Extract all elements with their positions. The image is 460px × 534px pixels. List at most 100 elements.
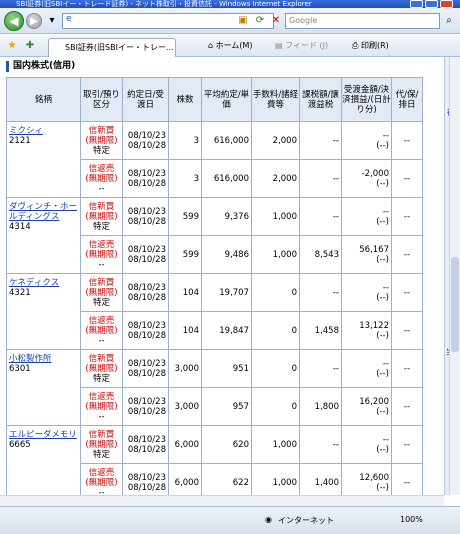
horizontal-scrollbar[interactable]	[0, 495, 444, 506]
scroll-thumb[interactable]	[451, 257, 459, 352]
tax: --	[332, 287, 339, 298]
avg-price: 620	[232, 439, 249, 450]
avg-price: 622	[232, 477, 249, 488]
favorites-star-icon[interactable]: ★	[4, 38, 20, 54]
stock-link[interactable]: ダヴィンチ・ホールディングス	[9, 202, 78, 222]
column-header: 銘柄	[6, 77, 81, 122]
settlement-amount: --	[382, 282, 389, 293]
fee: 0	[291, 401, 297, 412]
settlement-amount: --	[382, 130, 389, 141]
trade-term: (無期限)	[85, 325, 118, 336]
stop-icon[interactable]: ✕	[268, 13, 284, 29]
table-row: エルピーダメモリ 6665 信新買 (無期限) 特定 08/10/23 08/10/28 6,…	[6, 425, 423, 495]
settle-date: 08/10/28	[127, 254, 166, 265]
misc-value: --	[403, 325, 411, 336]
trade-date: 08/10/23	[127, 168, 166, 179]
feed-button[interactable]: ▤ フィード (J)	[275, 40, 328, 52]
day-trade-amount: (--)	[376, 406, 389, 417]
misc-value: --	[403, 135, 411, 146]
forward-button[interactable]: ▶	[26, 13, 42, 29]
search-icon[interactable]: ⌕	[441, 13, 457, 29]
back-button[interactable]: ◀	[4, 11, 24, 31]
trade-term: (無期限)	[85, 363, 118, 374]
vertical-scrollbar[interactable]	[449, 57, 460, 495]
misc-value: --	[403, 363, 411, 374]
stock-cell: ダヴィンチ・ホールディングス 4314	[6, 197, 81, 274]
trade-type: 信新買	[88, 201, 115, 212]
column-header: 株数	[168, 77, 202, 122]
trade-term: (無期限)	[85, 287, 118, 298]
page-content: 国内株式(信用) 銘柄 取引/預り区分 約定日/受渡日 株数 平均約定/単価 手数料/諸経…	[0, 57, 444, 495]
zoom-level[interactable]: 100%	[400, 515, 423, 524]
browser-tab[interactable]: SBI証券(旧SBIイー・トレー...	[48, 38, 176, 57]
column-header: 課税額/譲渡益税	[299, 77, 342, 122]
trade-type: 信新買	[88, 429, 115, 440]
dropdown-icon[interactable]: ▾	[44, 13, 60, 29]
stock-link[interactable]: ケネディクス	[9, 278, 78, 288]
quantity: 104	[182, 287, 199, 298]
account-type: --	[98, 335, 105, 346]
stock-cell: ケネディクス 4321	[6, 273, 81, 350]
trade-date: 08/10/23	[127, 282, 166, 293]
home-button[interactable]: ⌂ ホーム(M)	[208, 40, 253, 52]
home-label: ホーム(M)	[215, 41, 253, 50]
status-bar: ◉ インターネット 100%	[0, 506, 460, 534]
trade-type: 信新買	[88, 277, 115, 288]
settlement-amount: 12,600	[359, 472, 389, 483]
table-row: ケネディクス 4321 信新買 (無期限) 特定 08/10/23 08/10/28 104 1…	[6, 273, 423, 350]
tax: 1,458	[314, 325, 339, 336]
day-trade-amount: (--)	[376, 482, 389, 493]
tax: --	[332, 439, 339, 450]
account-type: --	[98, 411, 105, 422]
account-type: --	[98, 183, 105, 194]
avg-price: 616,000	[213, 173, 249, 184]
misc-value: --	[403, 439, 411, 450]
tax: 8,543	[314, 249, 339, 260]
avg-price: 9,486	[224, 249, 249, 260]
column-header: 手数料/諸経費等	[251, 77, 300, 122]
misc-value: --	[403, 477, 411, 488]
day-trade-amount: (--)	[376, 178, 389, 189]
settle-date: 08/10/28	[127, 178, 166, 189]
avg-price: 19,847	[219, 325, 249, 336]
refresh-icon[interactable]: ⟳	[252, 13, 268, 29]
tax: --	[332, 363, 339, 374]
window-title: SBI証券(旧SBIイー・トレード証券) - ネット株取引・投資信託 - Win…	[16, 0, 312, 8]
print-button[interactable]: ⎙ 印刷(R)	[352, 40, 389, 52]
settlement-amount: --	[382, 358, 389, 369]
trade-term: (無期限)	[85, 249, 118, 260]
tax: --	[332, 135, 339, 146]
settle-date: 08/10/28	[127, 368, 166, 379]
tax: --	[332, 173, 339, 184]
avg-price: 616,000	[213, 135, 249, 146]
settlement-amount: 13,122	[359, 320, 389, 331]
close-button[interactable]	[440, 0, 453, 8]
account-type: 特定	[92, 297, 110, 308]
section-title: 国内株式(信用)	[6, 61, 75, 72]
avg-price: 951	[232, 363, 249, 374]
fee: 0	[291, 287, 297, 298]
minimize-button[interactable]	[410, 0, 423, 8]
quantity: 3,000	[174, 401, 199, 412]
stock-link[interactable]: ミクシィ	[9, 126, 78, 136]
lock-icon[interactable]: ▣	[235, 13, 251, 29]
window-title-bar: SBI証券(旧SBIイー・トレード証券) - ネット株取引・投資信託 - Win…	[0, 0, 460, 8]
stock-link[interactable]: エルピーダメモリ	[9, 430, 78, 440]
margin-trades-table: 銘柄 取引/預り区分 約定日/受渡日 株数 平均約定/単価 手数料/諸経費等 課税額/譲渡益…	[6, 77, 423, 495]
column-header: 平均約定/単価	[201, 77, 252, 122]
account-type: 特定	[92, 449, 110, 460]
search-input[interactable]: Google	[285, 13, 440, 29]
globe-icon: ◉	[265, 515, 272, 524]
stock-cell: ミクシィ 2121	[6, 121, 81, 198]
trade-term: (無期限)	[85, 477, 118, 488]
address-bar: ◀ ▶ ▾ e ▣ ⟳ ✕ Google ⌕	[0, 8, 460, 34]
trade-date: 08/10/23	[127, 320, 166, 331]
stock-link[interactable]: 小松製作所	[9, 354, 78, 364]
table-row: ミクシィ 2121 信新買 (無期限) 特定 08/10/23 08/10/28 3 616,0…	[6, 121, 423, 198]
add-favorites-icon[interactable]: ✚	[22, 38, 38, 54]
tax: 1,800	[314, 401, 339, 412]
trade-type: 信返売	[88, 467, 115, 478]
misc-value: --	[403, 249, 411, 260]
settle-date: 08/10/28	[127, 406, 166, 417]
maximize-button[interactable]	[425, 0, 438, 8]
